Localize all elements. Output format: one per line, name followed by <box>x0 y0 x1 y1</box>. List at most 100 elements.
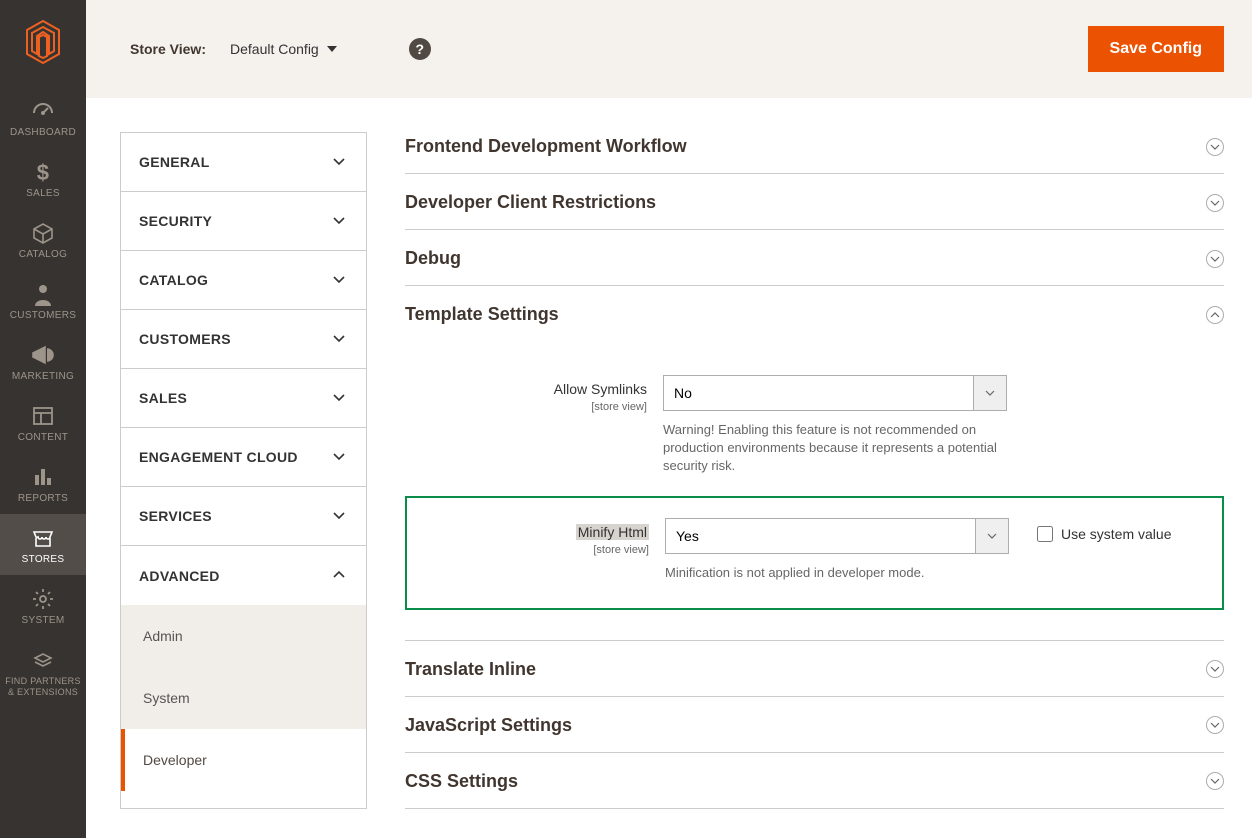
sidebar-group-label: ENGAGEMENT CLOUD <box>139 449 298 465</box>
section-title: Developer Client Restrictions <box>405 192 656 213</box>
store-view-label: Store View: <box>130 41 206 57</box>
nav-label: CONTENT <box>18 432 68 443</box>
chevron-down-icon <box>332 508 346 525</box>
field-label-col: Allow Symlinks [store view] <box>405 375 663 413</box>
store-view-select[interactable]: Default Config <box>230 41 337 57</box>
chevron-down-icon <box>332 213 346 230</box>
expand-icon <box>1206 772 1224 790</box>
field-minify-html: Minify Html [store view] Yes <box>407 512 1222 588</box>
sidebar-group-security[interactable]: SECURITY <box>121 192 366 251</box>
nav-partners[interactable]: FIND PARTNERS & EXTENSIONS <box>0 636 86 708</box>
save-config-button[interactable]: Save Config <box>1088 26 1224 72</box>
sidebar-item-label: System <box>143 690 190 706</box>
chevron-down-icon <box>332 449 346 466</box>
section-javascript-settings[interactable]: JavaScript Settings <box>405 697 1224 753</box>
columns: GENERAL SECURITY CATALOG CUSTOMERS SALES… <box>86 132 1252 809</box>
global-nav: DASHBOARD $ SALES CATALOG CUSTOMERS MARK… <box>0 0 86 838</box>
section-translate-inline[interactable]: Translate Inline <box>405 640 1224 697</box>
sidebar-group-label: CATALOG <box>139 272 208 288</box>
sidebar-item-developer[interactable]: Developer <box>121 729 366 791</box>
minify-html-highlight: Minify Html [store view] Yes <box>405 496 1224 610</box>
sidebar-group-engagement-cloud[interactable]: ENGAGEMENT CLOUD <box>121 428 366 487</box>
use-system-value-checkbox[interactable] <box>1037 526 1053 542</box>
sidebar-item-system[interactable]: System <box>121 667 366 729</box>
chevron-down-icon <box>332 390 346 407</box>
collapse-icon <box>1206 306 1224 324</box>
expand-icon <box>1206 194 1224 212</box>
nav-label: MARKETING <box>12 371 74 382</box>
allow-symlinks-select[interactable]: No <box>663 375 1007 411</box>
section-title: Template Settings <box>405 304 559 325</box>
sidebar-advanced-children: Admin System Developer <box>121 605 366 791</box>
section-title: JavaScript Settings <box>405 715 572 736</box>
section-frontend-dev-workflow[interactable]: Frontend Development Workflow <box>405 132 1224 174</box>
caret-down-icon <box>327 46 337 52</box>
chevron-down-icon <box>332 154 346 171</box>
topbar-left: Store View: Default Config ? <box>130 38 431 60</box>
minify-html-select-input[interactable]: Yes <box>665 518 1009 554</box>
nav-system[interactable]: SYSTEM <box>0 575 86 636</box>
section-client-restrictions[interactable]: Developer Client Restrictions <box>405 174 1224 230</box>
topbar: Store View: Default Config ? Save Config <box>86 0 1252 98</box>
chevron-down-icon <box>332 331 346 348</box>
use-system-value[interactable]: Use system value <box>1037 518 1171 542</box>
sidebar-group-label: ADVANCED <box>139 568 220 584</box>
section-css-settings[interactable]: CSS Settings <box>405 753 1224 809</box>
main: Store View: Default Config ? Save Config… <box>86 0 1252 809</box>
nav-dashboard[interactable]: DASHBOARD <box>0 87 86 148</box>
chevron-up-icon <box>332 567 346 584</box>
sidebar-group-label: SERVICES <box>139 508 212 524</box>
template-settings-body: Allow Symlinks [store view] No Warning! <box>405 341 1224 640</box>
section-title: Debug <box>405 248 461 269</box>
expand-icon <box>1206 660 1224 678</box>
sidebar-item-label: Admin <box>143 628 183 644</box>
nav-label: REPORTS <box>18 493 68 504</box>
sidebar-group-advanced[interactable]: ADVANCED <box>121 546 366 605</box>
sidebar-group-label: SECURITY <box>139 213 212 229</box>
allow-symlinks-select-input[interactable]: No <box>663 375 1007 411</box>
nav-marketing[interactable]: MARKETING <box>0 331 86 392</box>
megaphone-icon <box>0 343 86 367</box>
bars-icon <box>0 465 86 489</box>
minify-html-select[interactable]: Yes <box>665 518 1009 554</box>
field-help: Warning! Enabling this feature is not re… <box>663 421 1007 476</box>
store-view-value: Default Config <box>230 41 319 57</box>
blocks-icon <box>0 648 86 672</box>
sidebar-group-customers[interactable]: CUSTOMERS <box>121 310 366 369</box>
svg-text:$: $ <box>37 160 50 184</box>
field-scope: [store view] <box>405 401 647 413</box>
nav-label: CUSTOMERS <box>10 310 76 321</box>
config-sidebar: GENERAL SECURITY CATALOG CUSTOMERS SALES… <box>120 132 367 809</box>
nav-content[interactable]: CONTENT <box>0 392 86 453</box>
nav-label: FIND PARTNERS & EXTENSIONS <box>5 676 81 697</box>
person-icon <box>0 282 86 306</box>
nav-label: SALES <box>26 188 60 199</box>
chevron-down-icon <box>332 272 346 289</box>
nav-reports[interactable]: REPORTS <box>0 453 86 514</box>
nav-label: SYSTEM <box>22 615 65 626</box>
nav-customers[interactable]: CUSTOMERS <box>0 270 86 331</box>
field-label: Minify Html <box>576 524 649 540</box>
field-allow-symlinks: Allow Symlinks [store view] No Warning! <box>405 369 1224 482</box>
nav-catalog[interactable]: CATALOG <box>0 209 86 270</box>
section-title: Frontend Development Workflow <box>405 136 687 157</box>
help-icon[interactable]: ? <box>409 38 431 60</box>
sidebar-group-general[interactable]: GENERAL <box>121 133 366 192</box>
nav-sales[interactable]: $ SALES <box>0 148 86 209</box>
sidebar-item-label: Developer <box>143 752 207 768</box>
field-scope: [store view] <box>407 544 649 556</box>
nav-label: CATALOG <box>19 249 67 260</box>
field-label: Allow Symlinks <box>554 381 647 397</box>
expand-icon <box>1206 250 1224 268</box>
field-help: Minification is not applied in developer… <box>665 564 1009 582</box>
nav-stores[interactable]: STORES <box>0 514 86 575</box>
gauge-icon <box>0 99 86 123</box>
section-template-settings[interactable]: Template Settings <box>405 286 1224 341</box>
sidebar-group-sales[interactable]: SALES <box>121 369 366 428</box>
sections: Frontend Development Workflow Developer … <box>405 132 1252 809</box>
sidebar-group-services[interactable]: SERVICES <box>121 487 366 546</box>
sidebar-group-catalog[interactable]: CATALOG <box>121 251 366 310</box>
sidebar-item-admin[interactable]: Admin <box>121 605 366 667</box>
section-debug[interactable]: Debug <box>405 230 1224 286</box>
sidebar-group-label: GENERAL <box>139 154 210 170</box>
